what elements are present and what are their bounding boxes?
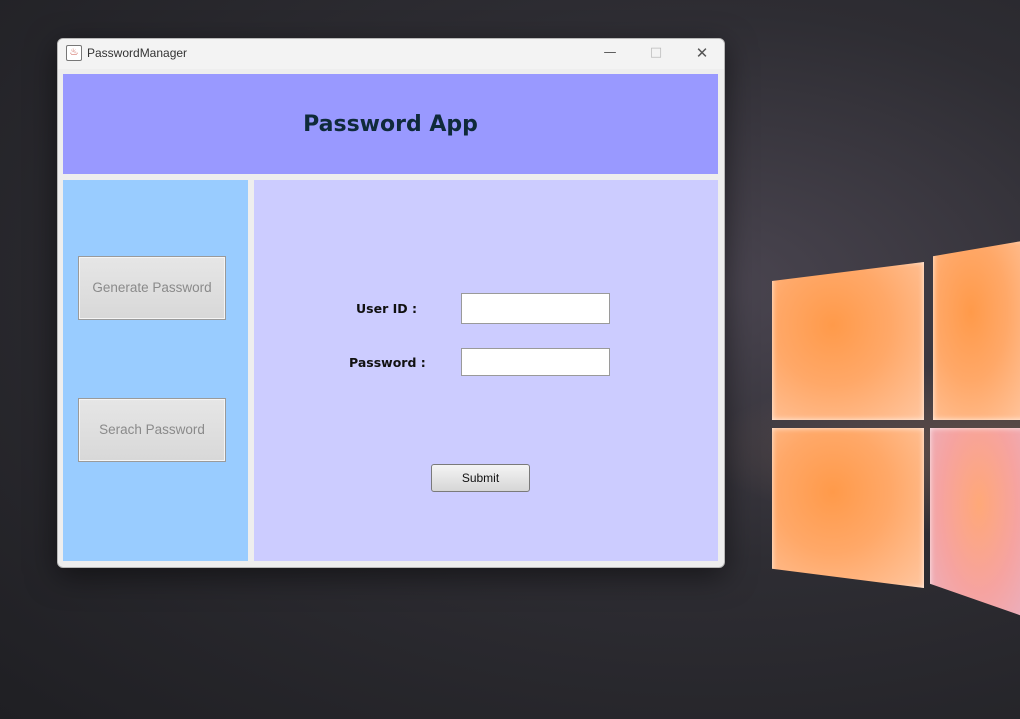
- sidebar: Generate Password Serach Password: [63, 180, 248, 561]
- java-cup-icon[interactable]: ♨: [66, 45, 82, 61]
- windows-logo-wallpaper: [772, 240, 1020, 620]
- submit-button[interactable]: Submit: [431, 464, 530, 492]
- close-button[interactable]: ✕: [679, 39, 724, 69]
- search-password-button[interactable]: Serach Password: [78, 398, 226, 462]
- logo-pane-top-left: [772, 262, 924, 420]
- app-title: Password App: [303, 112, 478, 137]
- user-id-label: User ID :: [356, 301, 417, 316]
- title-bar[interactable]: ♨ PasswordManager — □ ✕: [58, 39, 724, 69]
- logo-pane-bottom-right: [930, 428, 1020, 618]
- generate-password-button[interactable]: Generate Password: [78, 256, 226, 320]
- password-manager-window: ♨ PasswordManager — □ ✕ Password App Gen…: [57, 38, 725, 568]
- password-input[interactable]: [461, 348, 610, 376]
- app-header: Password App: [63, 74, 718, 174]
- password-label: Password :: [349, 355, 426, 370]
- logo-pane-top-right: [933, 240, 1020, 420]
- maximize-button[interactable]: □: [633, 39, 679, 69]
- window-title: PasswordManager: [87, 46, 188, 60]
- login-form-panel: User ID : Password : Submit: [254, 180, 718, 561]
- logo-pane-bottom-left: [772, 428, 924, 588]
- user-id-input[interactable]: [461, 293, 610, 324]
- minimize-button[interactable]: —: [587, 39, 633, 69]
